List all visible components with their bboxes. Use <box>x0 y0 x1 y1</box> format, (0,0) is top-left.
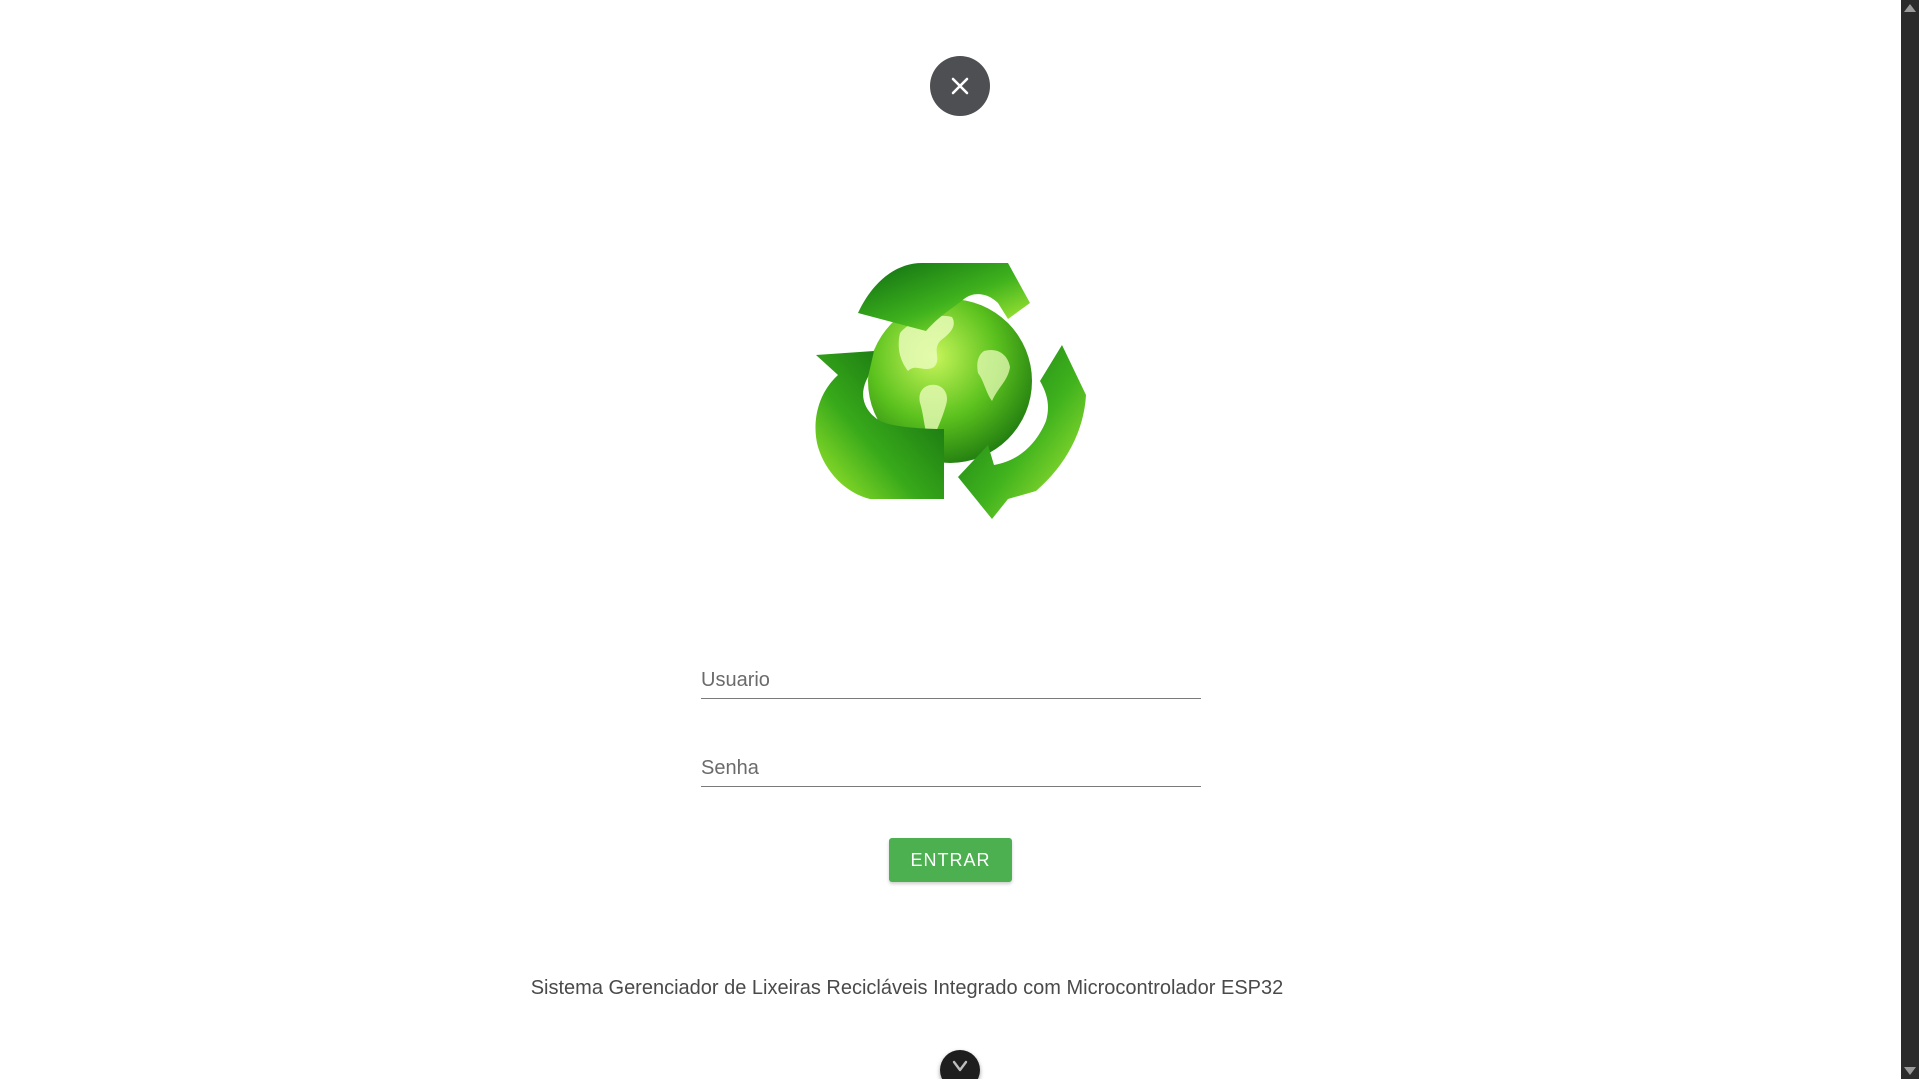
scroll-up-icon[interactable] <box>1904 4 1916 12</box>
password-input[interactable] <box>701 757 1201 780</box>
login-page: ENTRAR Sistema Gerenciador de Lixeiras R… <box>0 0 1919 1079</box>
recycle-globe-icon <box>815 263 1086 519</box>
password-field[interactable] <box>701 738 1201 787</box>
footer-text: Sistema Gerenciador de Lixeiras Recicláv… <box>530 977 1284 999</box>
scroll-down-icon[interactable] <box>1904 1067 1916 1075</box>
close-icon <box>951 77 969 95</box>
scrollbar[interactable] <box>1901 0 1919 1079</box>
chevron-down-icon <box>952 1060 968 1072</box>
scroll-down-button[interactable] <box>940 1050 980 1079</box>
login-button[interactable]: ENTRAR <box>889 838 1012 882</box>
username-input[interactable] <box>701 669 1201 692</box>
username-field[interactable] <box>701 650 1201 699</box>
close-button[interactable] <box>930 56 990 116</box>
